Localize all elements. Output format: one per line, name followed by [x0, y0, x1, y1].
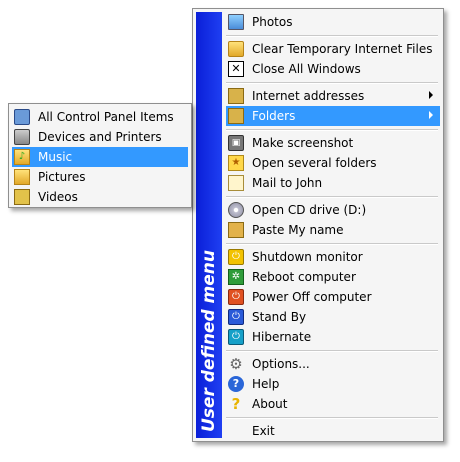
menu-separator [226, 243, 438, 245]
menu-banner: User defined menu [196, 12, 222, 438]
gear-icon: ⚙ [229, 355, 243, 373]
menu-item-shutdown-monitor[interactable]: ⏻ Shutdown monitor [226, 247, 440, 267]
menu-item-power-off-computer[interactable]: ⏻ Power Off computer [226, 287, 440, 307]
camera-icon: ▣ [228, 135, 244, 151]
submenu-item-pictures[interactable]: Pictures [12, 167, 188, 187]
context-menu: User defined menu Photos Clear Temporary… [192, 8, 444, 442]
submenu-item-videos[interactable]: Videos [12, 187, 188, 207]
menu-separator [226, 129, 438, 131]
paste-icon [228, 222, 244, 238]
menu-item-label: Videos [38, 190, 78, 204]
menu-item-label: Open several folders [252, 156, 377, 170]
menu-item-label: Reboot computer [252, 270, 356, 284]
control-panel-icon [14, 109, 30, 125]
menu-item-label: Pictures [38, 170, 86, 184]
menu-separator [226, 196, 438, 198]
menu-item-paste-my-name[interactable]: Paste My name [226, 220, 440, 240]
menu-item-open-several-folders[interactable]: ★ Open several folders [226, 153, 440, 173]
submenu-arrow-icon [429, 91, 433, 99]
monitor-icon [228, 14, 244, 30]
submenu-item-all-control-panel-items[interactable]: All Control Panel Items [12, 107, 188, 127]
star-folder-icon: ★ [228, 155, 244, 171]
menu-item-photos[interactable]: Photos [226, 12, 440, 32]
music-folder-icon: ♪ [14, 149, 30, 165]
menu-item-reboot-computer[interactable]: ✲ Reboot computer [226, 267, 440, 287]
menu-separator [226, 82, 438, 84]
menu-separator [226, 35, 438, 37]
menu-item-label: Photos [252, 15, 293, 29]
menu-item-label: Internet addresses [252, 89, 365, 103]
submenu-item-devices-and-printers[interactable]: Devices and Printers [12, 127, 188, 147]
menu-separator [226, 417, 438, 419]
menu-item-label: Close All Windows [252, 62, 361, 76]
reboot-icon: ✲ [228, 269, 244, 285]
mail-icon [228, 175, 244, 191]
menu-item-make-screenshot[interactable]: ▣ Make screenshot [226, 133, 440, 153]
menu-item-options[interactable]: ⚙ Options... [226, 354, 440, 374]
menu-item-label: All Control Panel Items [38, 110, 174, 124]
folder-grid-icon [228, 88, 244, 104]
menu-banner-title: User defined menu [199, 249, 219, 432]
menu-item-clear-temp-files[interactable]: Clear Temporary Internet Files [226, 39, 440, 59]
videos-folder-icon [14, 189, 30, 205]
menu-item-label: Exit [252, 424, 275, 438]
menu-item-label: Devices and Printers [38, 130, 162, 144]
menu-item-open-cd-drive[interactable]: Open CD drive (D:) [226, 200, 440, 220]
menu-item-internet-addresses[interactable]: Internet addresses [226, 86, 440, 106]
pictures-folder-icon [14, 169, 30, 185]
menu-item-label: Shutdown monitor [252, 250, 363, 264]
menu-item-label: About [252, 397, 288, 411]
submenu-item-music[interactable]: ♪ Music [12, 147, 188, 167]
menu-item-label: Folders [252, 109, 296, 123]
hibernate-icon: ⏻ [228, 329, 244, 345]
power-yellow-icon: ⏻ [228, 249, 244, 265]
standby-icon: ⏻ [228, 309, 244, 325]
menu-item-label: Clear Temporary Internet Files [252, 42, 433, 56]
menu-item-label: Mail to John [252, 176, 323, 190]
menu-item-label: Open CD drive (D:) [252, 203, 367, 217]
submenu-arrow-icon [429, 111, 433, 119]
menu-item-label: Music [38, 150, 73, 164]
menu-item-label: Stand By [252, 310, 307, 324]
menu-item-hibernate[interactable]: ⏻ Hibernate [226, 327, 440, 347]
menu-item-folders[interactable]: Folders [226, 106, 440, 126]
menu-item-mail-to-john[interactable]: Mail to John [226, 173, 440, 193]
about-icon: ? [231, 395, 241, 413]
printer-icon [14, 129, 30, 145]
help-icon: ? [228, 376, 244, 392]
menu-item-label: Paste My name [252, 223, 344, 237]
menu-item-exit[interactable]: Exit [226, 421, 440, 441]
menu-separator [226, 350, 438, 352]
power-red-icon: ⏻ [228, 289, 244, 305]
menu-item-label: Options... [252, 357, 310, 371]
menu-item-help[interactable]: ? Help [226, 374, 440, 394]
menu-item-label: Power Off computer [252, 290, 372, 304]
menu-item-label: Help [252, 377, 280, 391]
menu-item-label: Hibernate [252, 330, 312, 344]
menu-item-stand-by[interactable]: ⏻ Stand By [226, 307, 440, 327]
close-icon: ✕ [228, 61, 244, 77]
menu-item-about[interactable]: ? About [226, 394, 440, 414]
folders-submenu: All Control Panel Items Devices and Prin… [8, 103, 192, 208]
folder-grid-icon [228, 108, 244, 124]
menu-item-close-all-windows[interactable]: ✕ Close All Windows [226, 59, 440, 79]
cd-icon [228, 202, 244, 218]
folder-icon [228, 41, 244, 57]
menu-item-label: Make screenshot [252, 136, 354, 150]
